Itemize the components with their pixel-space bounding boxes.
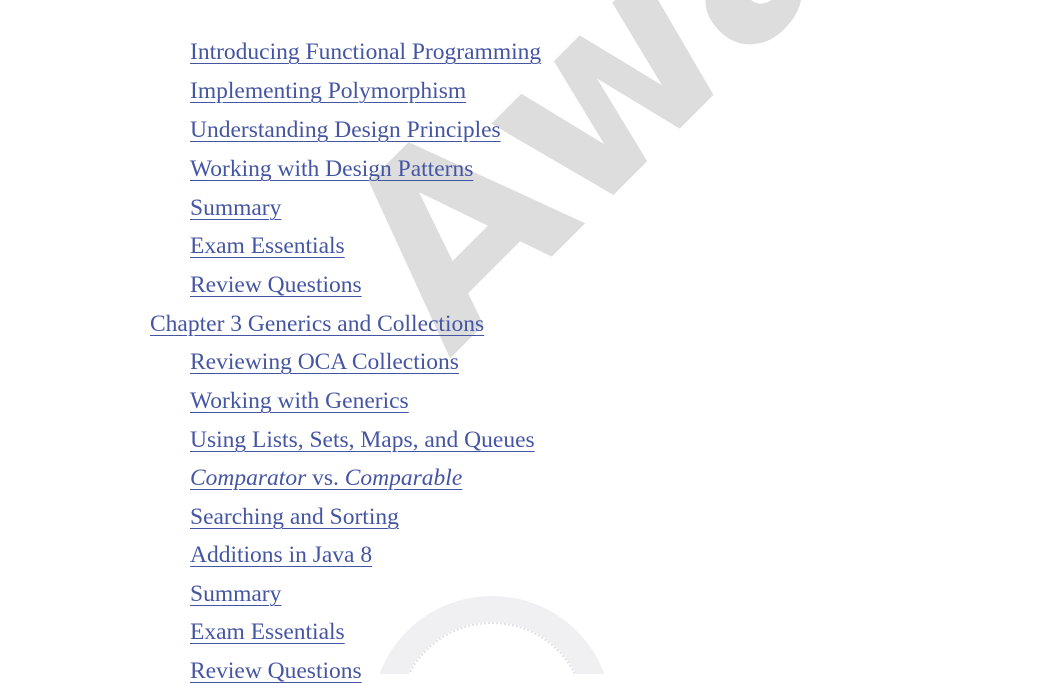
toc-link[interactable]: Summary [190,196,281,221]
toc-link[interactable]: Reviewing OCA Collections [190,350,459,375]
toc-link[interactable]: Using Lists, Sets, Maps, and Queues [190,428,535,453]
toc-link[interactable]: Exam Essentials [190,234,345,259]
toc-link[interactable]: Comparator vs. Comparable [190,465,463,491]
toc-link[interactable]: Chapter 3 Generics and Collections [150,312,484,337]
toc-link[interactable]: Implementing Polymorphism [190,79,466,104]
toc-link[interactable]: Searching and Sorting [190,505,399,530]
toc-link-run: Comparable [344,465,463,491]
table-of-contents: Introducing Functional Programming Implem… [0,0,1046,682]
toc-link[interactable]: Additions in Java 8 [190,543,372,568]
toc-link[interactable]: Working with Generics [190,389,409,414]
toc-link[interactable]: Exam Essentials [190,620,345,645]
toc-link-run: vs. [306,465,345,491]
toc-link[interactable]: Review Questions [190,273,362,298]
toc-link[interactable]: Understanding Design Principles [190,118,501,143]
toc-link[interactable]: Introducing Functional Programming [190,40,541,65]
toc-link[interactable]: Summary [190,582,281,607]
toc-link-run: Comparator [190,465,307,491]
toc-link[interactable]: Working with Design Patterns [190,157,473,182]
toc-link[interactable]: Review Questions [190,659,362,684]
